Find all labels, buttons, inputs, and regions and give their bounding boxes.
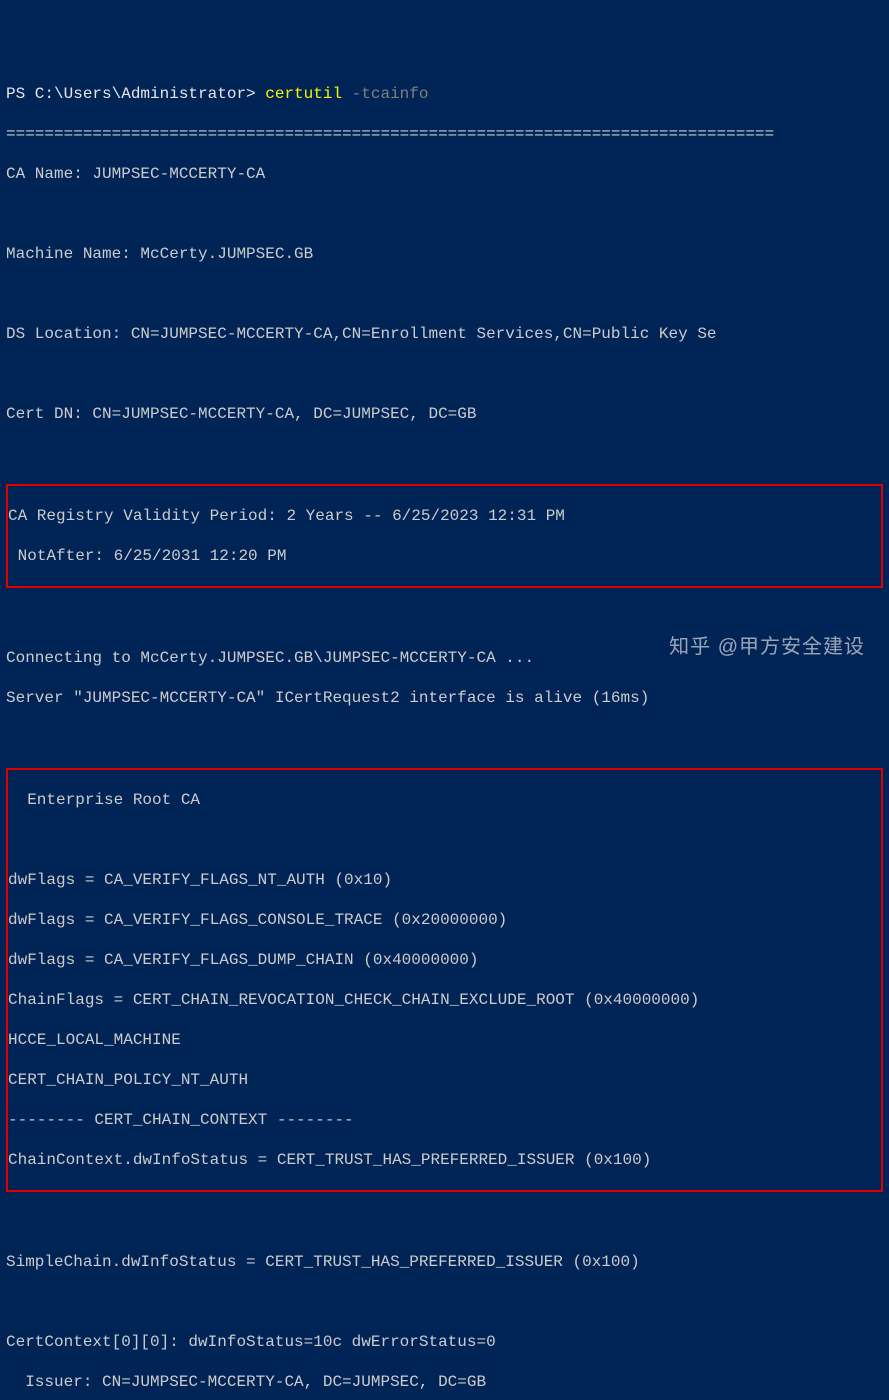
output-cert-dn: Cert DN: CN=JUMPSEC-MCCERTY-CA, DC=JUMPS… xyxy=(6,404,883,424)
output-dwflags-console-trace: dwFlags = CA_VERIFY_FLAGS_CONSOLE_TRACE … xyxy=(8,910,881,930)
output-validity-period: CA Registry Validity Period: 2 Years -- … xyxy=(8,506,881,526)
command-arg: -tcainfo xyxy=(342,85,428,103)
output-machine-name: Machine Name: McCerty.JUMPSEC.GB xyxy=(6,244,883,264)
highlight-enterprise-root-ca: Enterprise Root CA dwFlags = CA_VERIFY_F… xyxy=(6,768,883,1192)
output-dwflags-dump-chain: dwFlags = CA_VERIFY_FLAGS_DUMP_CHAIN (0x… xyxy=(8,950,881,970)
output-server-alive: Server "JUMPSEC-MCCERTY-CA" ICertRequest… xyxy=(6,688,883,708)
prompt-path: PS C:\Users\Administrator> xyxy=(6,85,265,103)
blank-line xyxy=(6,1212,883,1232)
output-cert-chain-context: -------- CERT_CHAIN_CONTEXT -------- xyxy=(8,1110,881,1130)
output-issuer: Issuer: CN=JUMPSEC-MCCERTY-CA, DC=JUMPSE… xyxy=(6,1372,883,1392)
output-simplechain: SimpleChain.dwInfoStatus = CERT_TRUST_HA… xyxy=(6,1252,883,1272)
command: certutil xyxy=(265,85,342,103)
blank-line xyxy=(6,608,883,628)
divider-line: ========================================… xyxy=(6,124,883,144)
output-enterprise-root-ca: Enterprise Root CA xyxy=(8,790,881,810)
output-ca-name: CA Name: JUMPSEC-MCCERTY-CA xyxy=(6,164,883,184)
blank-line xyxy=(6,1292,883,1312)
output-ds-location: DS Location: CN=JUMPSEC-MCCERTY-CA,CN=En… xyxy=(6,324,883,344)
output-dwflags-nt-auth: dwFlags = CA_VERIFY_FLAGS_NT_AUTH (0x10) xyxy=(8,870,881,890)
blank-line xyxy=(6,204,883,224)
blank-line xyxy=(6,444,883,464)
blank-line xyxy=(6,284,883,304)
output-cert-chain-policy: CERT_CHAIN_POLICY_NT_AUTH xyxy=(8,1070,881,1090)
output-certcontext: CertContext[0][0]: dwInfoStatus=10c dwEr… xyxy=(6,1332,883,1352)
output-chaincontext-status: ChainContext.dwInfoStatus = CERT_TRUST_H… xyxy=(8,1150,881,1170)
prompt-line[interactable]: PS C:\Users\Administrator> certutil -tca… xyxy=(6,84,883,104)
output-chainflags: ChainFlags = CERT_CHAIN_REVOCATION_CHECK… xyxy=(8,990,881,1010)
highlight-validity-period: CA Registry Validity Period: 2 Years -- … xyxy=(6,484,883,588)
blank-line xyxy=(8,830,881,850)
output-connecting: Connecting to McCerty.JUMPSEC.GB\JUMPSEC… xyxy=(6,648,883,668)
output-hcce: HCCE_LOCAL_MACHINE xyxy=(8,1030,881,1050)
output-notafter: NotAfter: 6/25/2031 12:20 PM xyxy=(8,546,881,566)
blank-line xyxy=(6,364,883,384)
blank-line xyxy=(6,728,883,748)
